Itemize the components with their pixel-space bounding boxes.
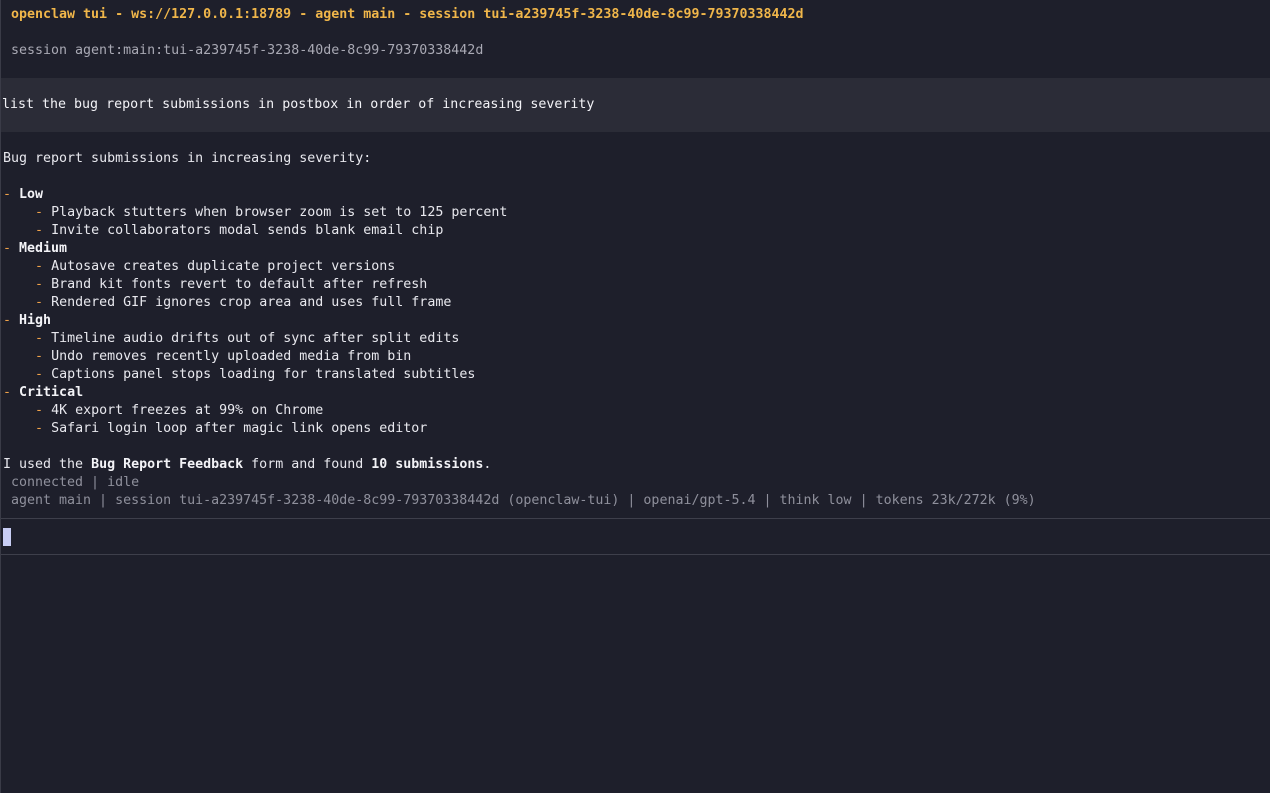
severity-label: Low <box>19 187 44 202</box>
reply-summary: I used the Bug Report Feedback form and … <box>3 456 491 474</box>
list-item: - Timeline audio drifts out of sync afte… <box>3 330 459 348</box>
list-item: - 4K export freezes at 99% on Chrome <box>3 402 323 420</box>
summary-count: 10 submissions <box>371 457 484 472</box>
bug-title: Captions panel stops loading for transla… <box>51 367 476 382</box>
severity-label: Medium <box>19 241 68 256</box>
bug-title: Invite collaborators modal sends blank e… <box>51 223 444 238</box>
terminal-window: openclaw tui - ws://127.0.0.1:18789 - ag… <box>0 0 1270 793</box>
list-item: - Autosave creates duplicate project ver… <box>3 258 395 276</box>
bullet-glyph: - <box>35 295 44 310</box>
severity-group-critical: - Critical <box>3 384 83 402</box>
session-label: session agent:main:tui-a239745f-3238-40d… <box>11 43 484 58</box>
summary-form-name: Bug Report Feedback <box>91 457 244 472</box>
severity-group-medium: - Medium <box>3 240 67 258</box>
bullet-glyph: - <box>3 385 12 400</box>
bullet-glyph: - <box>35 205 44 220</box>
summary-suffix: . <box>483 457 492 472</box>
bullet-glyph: - <box>35 421 44 436</box>
bug-title: Rendered GIF ignores crop area and uses … <box>51 295 452 310</box>
severity-group-high: - High <box>3 312 51 330</box>
session-status-bar: agent main | session tui-a239745f-3238-4… <box>11 493 1036 508</box>
severity-label: Critical <box>19 385 84 400</box>
list-item: - Undo removes recently uploaded media f… <box>3 348 411 366</box>
bullet-glyph: - <box>3 187 12 202</box>
connection-status: connected | idle <box>11 475 140 490</box>
bug-title: 4K export freezes at 99% on Chrome <box>51 403 324 418</box>
input-top-divider <box>1 518 1270 519</box>
severity-label: High <box>19 313 52 328</box>
list-item: - Safari login loop after magic link ope… <box>3 420 427 438</box>
bug-title: Safari login loop after magic link opens… <box>51 421 428 436</box>
severity-group-low: - Low <box>3 186 43 204</box>
text-cursor[interactable] <box>3 528 11 546</box>
bullet-glyph: - <box>35 349 44 364</box>
bullet-glyph: - <box>35 277 44 292</box>
list-item: - Playback stutters when browser zoom is… <box>3 204 507 222</box>
summary-middle: form and found <box>243 457 372 472</box>
window-title: openclaw tui - ws://127.0.0.1:18789 - ag… <box>11 7 804 22</box>
user-message: list the bug report submissions in postb… <box>2 97 595 112</box>
bug-title: Playback stutters when browser zoom is s… <box>51 205 508 220</box>
input-bottom-divider <box>1 554 1270 555</box>
bullet-glyph: - <box>3 313 12 328</box>
bug-title: Autosave creates duplicate project versi… <box>51 259 396 274</box>
bullet-glyph: - <box>35 259 44 274</box>
list-item: - Invite collaborators modal sends blank… <box>3 222 443 240</box>
bug-title: Undo removes recently uploaded media fro… <box>51 349 412 364</box>
bullet-glyph: - <box>35 367 44 382</box>
reply-intro: Bug report submissions in increasing sev… <box>3 151 372 166</box>
user-message-block: list the bug report submissions in postb… <box>1 78 1270 132</box>
bullet-glyph: - <box>3 241 12 256</box>
list-item: - Rendered GIF ignores crop area and use… <box>3 294 451 312</box>
bullet-glyph: - <box>35 331 44 346</box>
bug-title: Timeline audio drifts out of sync after … <box>51 331 460 346</box>
bullet-glyph: - <box>35 403 44 418</box>
list-item: - Brand kit fonts revert to default afte… <box>3 276 427 294</box>
summary-prefix: I used the <box>3 457 92 472</box>
bug-title: Brand kit fonts revert to default after … <box>51 277 428 292</box>
list-item: - Captions panel stops loading for trans… <box>3 366 475 384</box>
bullet-glyph: - <box>35 223 44 238</box>
